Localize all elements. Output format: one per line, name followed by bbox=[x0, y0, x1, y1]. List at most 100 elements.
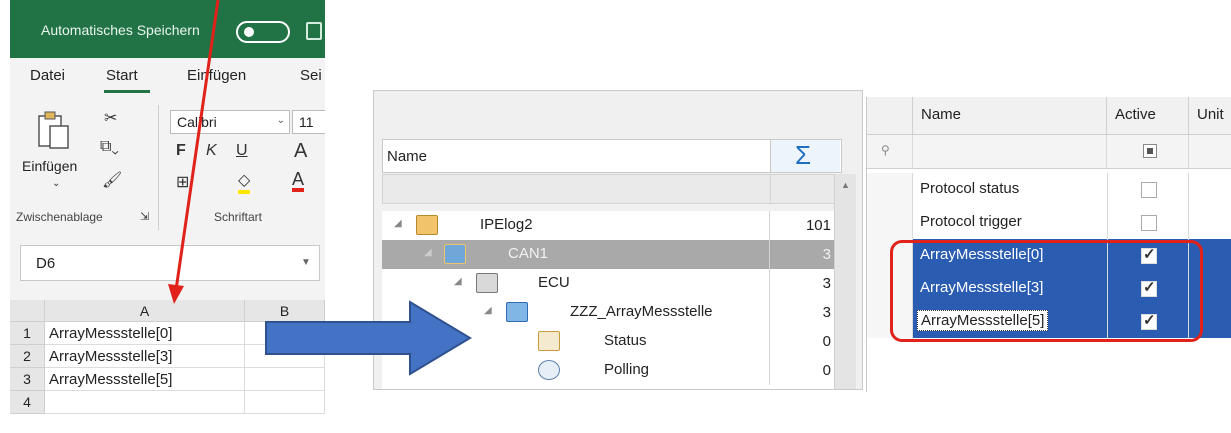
tree-rows: ◢ IPElog2 101 ◢ CAN1 3 ◢ ECU 3 ◢ ZZZ_Arr… bbox=[382, 211, 834, 389]
row-indicator bbox=[867, 173, 913, 206]
device-icon bbox=[416, 215, 438, 235]
tree-name-header[interactable]: Name bbox=[387, 148, 427, 165]
column-header-a[interactable]: A bbox=[45, 300, 245, 322]
italic-button[interactable]: K bbox=[206, 142, 217, 160]
dialog-launcher-icon[interactable]: ⇲ bbox=[140, 210, 149, 223]
signal-name: Protocol trigger bbox=[920, 213, 1022, 230]
tree-count: 0 bbox=[769, 327, 839, 356]
column-header-name[interactable]: Name bbox=[913, 97, 1107, 135]
sigma-icon: Σ bbox=[795, 140, 812, 170]
font-name-select[interactable]: Calibri ⌄ bbox=[170, 110, 290, 134]
name-box[interactable]: D6 ▼ bbox=[20, 245, 320, 281]
fill-color-icon[interactable]: ◇ bbox=[238, 170, 251, 194]
tree-row-ipelog2[interactable]: ◢ IPElog2 101 bbox=[382, 211, 834, 240]
signal-row[interactable]: Protocol status bbox=[867, 173, 1231, 206]
bold-button[interactable]: F bbox=[176, 142, 186, 160]
column-header-b[interactable]: B bbox=[245, 300, 325, 322]
row-header[interactable]: 4 bbox=[10, 391, 45, 414]
tree-header: Name Σ bbox=[382, 139, 842, 173]
sum-column-header[interactable]: Σ bbox=[770, 140, 840, 172]
collapse-icon[interactable]: ◢ bbox=[424, 247, 432, 258]
active-tab-indicator bbox=[104, 90, 150, 93]
signal-row[interactable]: Protocol trigger bbox=[867, 206, 1231, 239]
active-checkbox[interactable] bbox=[1141, 215, 1157, 231]
tree-row-ecu[interactable]: ◢ ECU 3 bbox=[382, 269, 834, 298]
tree-filter-row[interactable] bbox=[382, 174, 842, 204]
chevron-down-icon: ⌄ bbox=[276, 115, 285, 126]
menu-seitenlayout[interactable]: Sei bbox=[300, 67, 322, 84]
select-all-corner[interactable] bbox=[10, 300, 45, 322]
toggle-knob bbox=[244, 27, 254, 37]
autosave-label: Automatisches Speichern bbox=[41, 22, 200, 38]
column-header-unit[interactable]: Unit bbox=[1189, 97, 1231, 135]
menu-start[interactable]: Start bbox=[106, 67, 138, 84]
paste-label[interactable]: Einfügen bbox=[22, 158, 77, 174]
paste-icon[interactable] bbox=[36, 110, 70, 150]
row-header[interactable]: 3 bbox=[10, 368, 45, 391]
tree-count: 0 bbox=[769, 356, 839, 385]
clipboard-group-label: Zwischenablage bbox=[16, 210, 103, 224]
tree-row-zzz-arraymessstelle[interactable]: ◢ ZZZ_ArrayMessstelle 3 bbox=[382, 298, 834, 327]
indeterminate-fill bbox=[1147, 148, 1153, 154]
signal-active-cell bbox=[1107, 173, 1189, 206]
can-bus-icon bbox=[444, 244, 466, 264]
tree-row-can1[interactable]: ◢ CAN1 3 bbox=[382, 240, 834, 269]
excel-window: Automatisches Speichern Datei Start Einf… bbox=[10, 0, 325, 433]
collapse-icon[interactable]: ◢ bbox=[484, 305, 492, 316]
collapse-icon[interactable]: ◢ bbox=[394, 218, 402, 229]
indeterminate-checkbox[interactable] bbox=[1143, 144, 1157, 158]
tree-count: 101 bbox=[769, 211, 839, 240]
save-icon[interactable] bbox=[306, 22, 322, 40]
scroll-up-icon[interactable]: ▲ bbox=[841, 180, 850, 190]
increase-font-icon[interactable]: A bbox=[294, 140, 307, 163]
menu-datei[interactable]: Datei bbox=[30, 67, 65, 84]
tree-row-status[interactable]: Status 0 bbox=[382, 327, 834, 356]
font-size-select[interactable]: 11 bbox=[292, 110, 325, 134]
borders-icon[interactable]: ⊞ bbox=[176, 172, 189, 192]
autosave-toggle[interactable] bbox=[236, 21, 290, 43]
active-checkbox[interactable] bbox=[1141, 182, 1157, 198]
copy-icon[interactable]: ⧉⌄ bbox=[100, 138, 119, 156]
chevron-down-icon[interactable]: ▼ bbox=[301, 257, 311, 268]
cell-a3[interactable]: ArrayMessstelle[5] bbox=[45, 368, 245, 391]
filter-name-cell[interactable] bbox=[913, 135, 1107, 169]
menu-einfuegen[interactable]: Einfügen bbox=[187, 67, 246, 84]
underline-button[interactable]: U bbox=[236, 142, 248, 160]
font-color-icon[interactable]: A bbox=[292, 170, 305, 192]
channel-tree-panel: Name Σ ▲ ◢ IPElog2 101 ◢ CAN1 3 ◢ ECU 3 bbox=[373, 90, 863, 390]
tree-count: 3 bbox=[769, 240, 839, 269]
tree-row-polling[interactable]: Polling 0 bbox=[382, 356, 834, 385]
tree-count: 3 bbox=[769, 298, 839, 327]
excel-titlebar: Automatisches Speichern bbox=[10, 0, 325, 58]
tree-filter-cell[interactable] bbox=[770, 175, 840, 203]
cell-b4[interactable] bbox=[245, 391, 325, 414]
ribbon-separator bbox=[158, 105, 159, 230]
row-header[interactable]: 1 bbox=[10, 322, 45, 345]
cell-a4[interactable] bbox=[45, 391, 245, 414]
tree-label: ZZZ_ArrayMessstelle bbox=[570, 303, 713, 320]
cut-icon[interactable]: ✂ bbox=[104, 108, 117, 128]
cell-b2[interactable] bbox=[245, 345, 325, 368]
polling-icon bbox=[538, 360, 560, 380]
cell-b3[interactable] bbox=[245, 368, 325, 391]
filter-unit-cell[interactable] bbox=[1189, 135, 1231, 169]
ecu-icon bbox=[476, 273, 498, 293]
tree-label: Polling bbox=[604, 361, 650, 378]
worksheet-grid: A B 1 ArrayMessstelle[0] 2 ArrayMessstel… bbox=[10, 300, 325, 433]
filter-active-cell[interactable] bbox=[1107, 135, 1189, 169]
signal-name: Protocol status bbox=[920, 180, 1020, 197]
cell-a2[interactable]: ArrayMessstelle[3] bbox=[45, 345, 245, 368]
name-box-value: D6 bbox=[36, 255, 56, 272]
column-header-active[interactable]: Active bbox=[1107, 97, 1189, 135]
cell-a1[interactable]: ArrayMessstelle[0] bbox=[45, 322, 245, 345]
format-painter-icon[interactable]: 🖌 bbox=[102, 170, 122, 190]
collapse-icon[interactable]: ◢ bbox=[454, 276, 462, 287]
row-indicator bbox=[867, 206, 913, 239]
tree-count: 3 bbox=[769, 269, 839, 298]
row-indicator-header bbox=[867, 97, 913, 135]
selection-highlight-frame bbox=[890, 240, 1203, 342]
cell-b1[interactable] bbox=[245, 322, 325, 345]
row-header[interactable]: 2 bbox=[10, 345, 45, 368]
tree-label: ECU bbox=[538, 274, 570, 291]
paste-dropdown-icon[interactable]: ⌄ bbox=[52, 178, 60, 189]
